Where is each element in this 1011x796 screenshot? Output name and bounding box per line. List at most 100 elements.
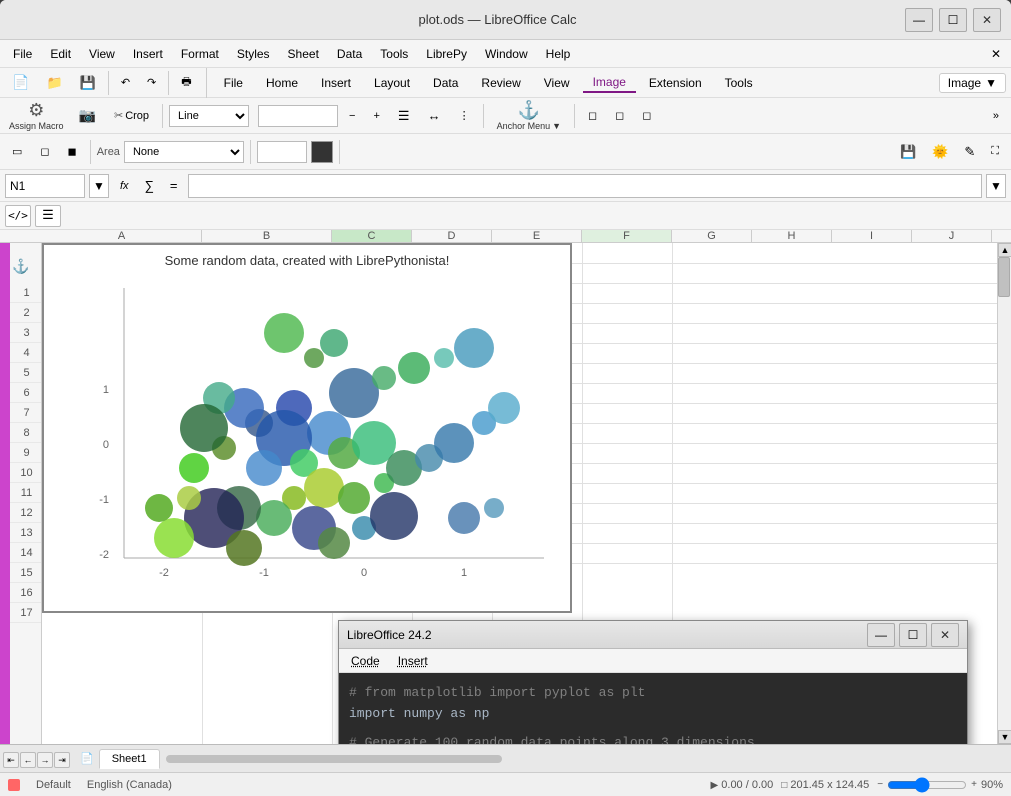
v-scrollbar[interactable]: ▲ ▼ (997, 243, 1011, 744)
formula-expand-btn[interactable]: ▼ (986, 174, 1006, 198)
lo-close-btn[interactable]: ✕ (931, 623, 959, 647)
pen-btn[interactable]: ✎ (957, 141, 982, 163)
tab-review[interactable]: Review (471, 74, 530, 92)
width-input[interactable] (258, 105, 338, 127)
lo-code-area[interactable]: # from matplotlib import pyplot as plt i… (339, 673, 967, 744)
image-icon-btn[interactable]: 📷 (72, 104, 103, 127)
lo-dialog-title-bar[interactable]: LibreOffice 24.2 — ☐ ✕ (339, 621, 967, 649)
menu-data[interactable]: Data (329, 45, 370, 63)
code-line-3: # Generate 100 random data points along … (349, 733, 957, 744)
tab-insert[interactable]: Insert (311, 74, 361, 92)
area-select[interactable]: None (124, 141, 244, 163)
shadow-btn[interactable]: ▭ (5, 142, 29, 161)
print-btn[interactable]: 🖶 (174, 70, 198, 95)
anchor-icon-sheet: ⚓ (12, 258, 29, 275)
pos-btn2[interactable]: ◻ (608, 106, 631, 125)
save-img-btn[interactable]: 💾 (893, 141, 923, 163)
scroll-thumb[interactable] (998, 257, 1010, 297)
open-btn[interactable]: 📁 (39, 72, 69, 94)
line-select[interactable]: Line (169, 105, 249, 127)
lo-menu-insert[interactable]: Insert (390, 652, 436, 670)
anchor-menu-group[interactable]: ⚓ Anchor Menu ▼ (490, 97, 568, 134)
fill-btn[interactable]: 🌞 (925, 141, 955, 163)
scroll-down-btn[interactable]: ▼ (998, 730, 1011, 744)
tab-tools[interactable]: Tools (715, 74, 763, 92)
code-view-btn[interactable]: </> (5, 205, 31, 227)
pos-btn1[interactable]: ◻ (581, 106, 604, 125)
lo-dialog-title-text: LibreOffice 24.2 (347, 628, 432, 642)
name-box[interactable]: N1 (5, 174, 85, 198)
menu-insert[interactable]: Insert (125, 45, 171, 63)
plus-btn[interactable]: + (366, 107, 386, 125)
equals-btn[interactable]: = (163, 175, 185, 196)
border-btn[interactable]: ◻ (33, 142, 56, 161)
anchor-icon-tb: ⚓ (518, 100, 540, 121)
redo-btn[interactable]: ↷ (140, 73, 163, 92)
menu-help[interactable]: Help (538, 45, 579, 63)
sheet-tab-1[interactable]: Sheet1 (99, 749, 160, 769)
crop-btn[interactable]: ✂ Crop (107, 106, 156, 125)
menu-librepy[interactable]: LibrePy (418, 45, 475, 63)
new-btn[interactable]: 📄 (5, 71, 36, 94)
image-dropdown-btn[interactable]: Image ▼ (939, 73, 1006, 93)
menu-styles[interactable]: Styles (229, 45, 278, 63)
tab-image[interactable]: Image (583, 73, 636, 93)
scroll-track (998, 257, 1011, 730)
align-btn1[interactable]: ☰ (391, 105, 417, 127)
more-btn[interactable]: » (986, 107, 1006, 125)
status-right: ▶ 0.00 / 0.00 □ 201.45 x 124.45 − + 90% (711, 777, 1004, 793)
color-input[interactable] (257, 141, 307, 163)
zoom-out-icon[interactable]: − (877, 779, 883, 790)
nav-first-btn[interactable]: ⇤ (3, 752, 19, 768)
menu-sheet[interactable]: Sheet (280, 45, 327, 63)
code-toolbar: </> ☰ (0, 202, 1011, 230)
color-btn[interactable]: ◼ (61, 142, 84, 161)
lo-menu-code[interactable]: Code (343, 652, 388, 670)
sheet-view-btn[interactable]: ☰ (35, 205, 61, 227)
sigma-btn[interactable]: ∑ (138, 175, 161, 196)
maximize-button[interactable]: ☐ (939, 8, 967, 32)
menu-window[interactable]: Window (477, 45, 536, 63)
align-btn2[interactable]: ↔ (421, 105, 448, 126)
menu-close-icon[interactable]: ✕ (986, 44, 1006, 64)
assign-macro-group[interactable]: ⚙ Assign Macro (5, 98, 68, 134)
menu-view[interactable]: View (81, 45, 123, 63)
tab-file[interactable]: File (214, 74, 253, 92)
zoom-slider[interactable] (887, 777, 967, 793)
tab-view[interactable]: View (534, 74, 580, 92)
image-label: Image (948, 76, 981, 90)
menu-file[interactable]: File (5, 45, 40, 63)
minimize-button[interactable]: — (905, 8, 933, 32)
status-indicator (8, 779, 20, 791)
lo-dialog-menu: Code Insert (339, 649, 967, 673)
nav-last-btn[interactable]: ⇥ (54, 752, 70, 768)
fx-btn[interactable]: fx (113, 175, 136, 196)
minus-btn[interactable]: − (342, 107, 362, 125)
menu-format[interactable]: Format (173, 45, 227, 63)
menu-tools[interactable]: Tools (372, 45, 416, 63)
lo-minimize-btn[interactable]: — (867, 623, 895, 647)
tab-data[interactable]: Data (423, 74, 468, 92)
h-scrollbar-thumb[interactable] (166, 755, 503, 763)
align-btn3[interactable]: ⋮ (452, 106, 477, 125)
menu-edit[interactable]: Edit (42, 45, 79, 63)
lo-maximize-btn[interactable]: ☐ (899, 623, 927, 647)
tab-layout[interactable]: Layout (364, 74, 420, 92)
color-swatch[interactable] (311, 141, 333, 163)
name-box-arrow[interactable]: ▼ (89, 174, 109, 198)
nav-next-btn[interactable]: → (37, 752, 53, 768)
zoom-in-icon[interactable]: + (971, 779, 977, 790)
frame-btn[interactable]: ⛶ (984, 141, 1006, 163)
nav-prev-btn[interactable]: ← (20, 752, 36, 768)
tab-home[interactable]: Home (256, 74, 308, 92)
pos-btn3[interactable]: ◻ (635, 106, 658, 125)
save-btn[interactable]: 💾 (73, 72, 103, 94)
scroll-up-btn[interactable]: ▲ (998, 243, 1011, 257)
sheet-options-btn[interactable]: 📄 (75, 749, 99, 768)
formula-input[interactable] (188, 174, 982, 198)
undo-btn[interactable]: ↶ (114, 73, 137, 92)
col-header-G: G (672, 230, 752, 242)
tab-extension[interactable]: Extension (639, 74, 712, 92)
col-header-I: I (832, 230, 912, 242)
close-button[interactable]: ✕ (973, 8, 1001, 32)
